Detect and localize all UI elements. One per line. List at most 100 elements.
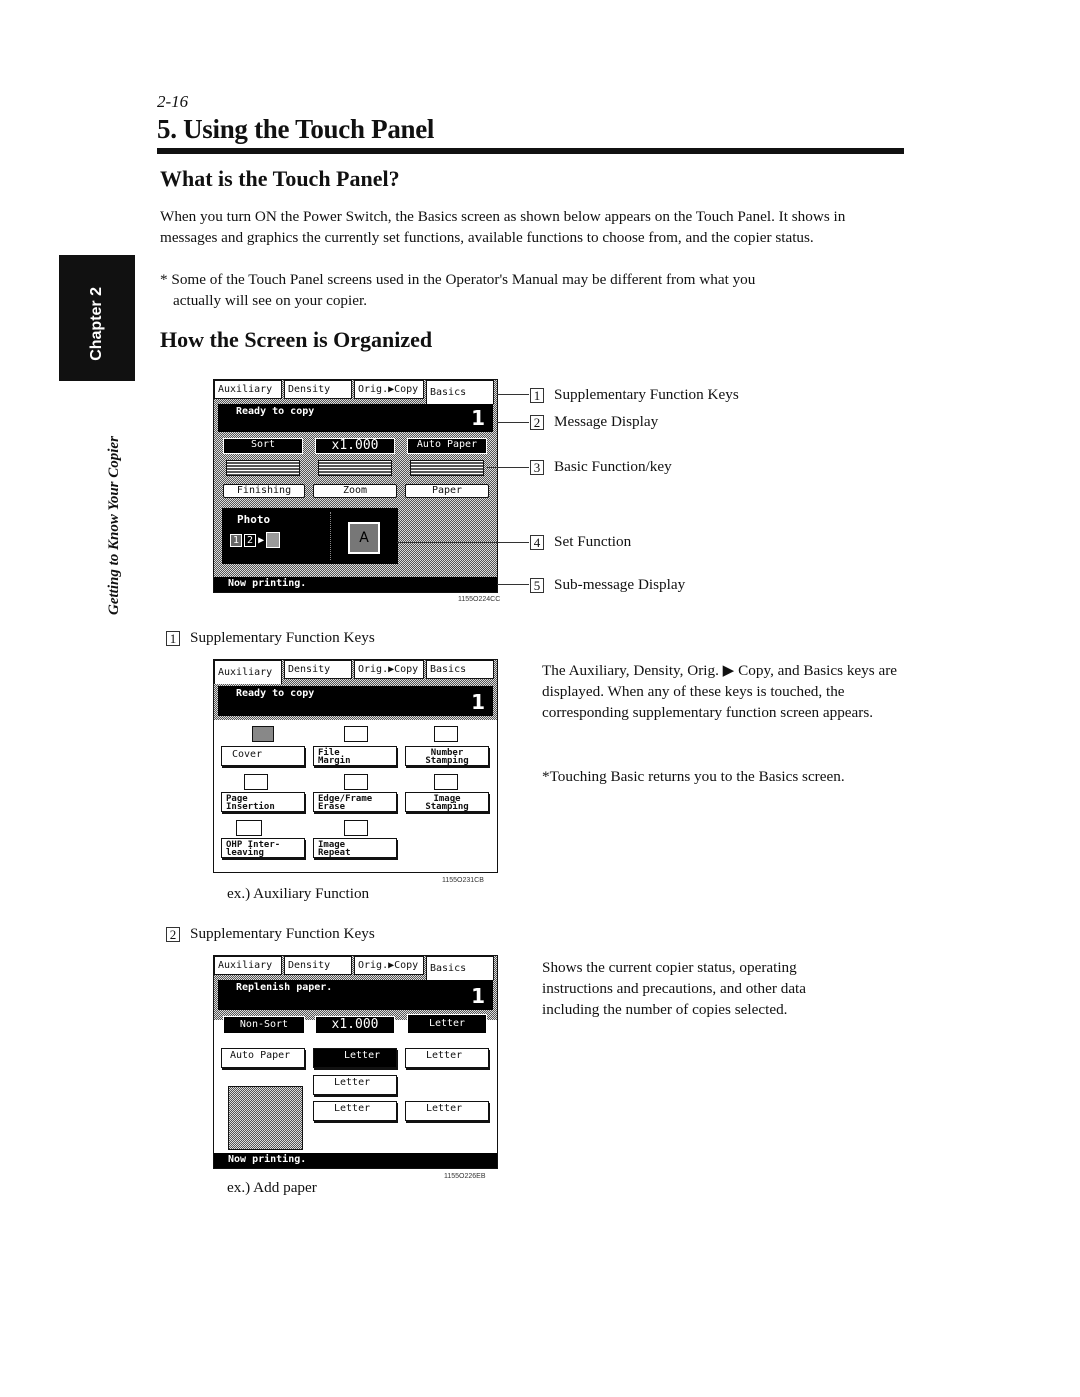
btn-line2: Repeat [318, 848, 351, 858]
callout-label: Supplementary Function Keys [554, 386, 739, 403]
tab-orig-copy[interactable]: Orig.▶Copy [354, 660, 424, 679]
cover-icon [252, 726, 274, 742]
supplementary-tabs: Auxiliary Density Orig.▶Copy Basics [214, 956, 497, 980]
auxiliary-screen: Auxiliary Density Orig.▶Copy Basics Read… [213, 659, 498, 873]
image-repeat-icon [344, 820, 368, 836]
copy-count: 1 [471, 406, 485, 430]
tab-basics[interactable]: Basics [426, 380, 494, 404]
finishing-key[interactable] [226, 460, 300, 476]
lct-tray-button[interactable]: Letter [405, 1101, 489, 1121]
callout-line-2 [497, 422, 529, 423]
item-1-description: The Auxiliary, Density, Orig. ▶ Copy, an… [542, 662, 898, 721]
file-margin-button[interactable]: File Margin [313, 746, 397, 766]
finishing-value[interactable]: Sort [223, 438, 303, 454]
callout-1: 1 Supplementary Function Keys [530, 386, 739, 404]
image-stamping-icon [434, 774, 458, 790]
item-1-heading: 1 Supplementary Function Keys [166, 629, 375, 647]
number-stamping-button[interactable]: Number Stamping [405, 746, 489, 766]
message-display: Replenish paper. 1 [218, 980, 493, 1010]
ohp-interleaving-button[interactable]: OHP Inter-leaving [221, 838, 305, 858]
callout-number: 2 [530, 414, 544, 430]
callout-number: 4 [530, 534, 544, 550]
tab-basics[interactable]: Basics [426, 956, 494, 980]
paper-key[interactable]: Letter [407, 1014, 487, 1034]
chapter-tab: Chapter 2 [59, 255, 135, 381]
message-text: Ready to copy [236, 406, 315, 417]
duplex-icon: 1 2 ▶ [230, 532, 281, 548]
tab-density[interactable]: Density [284, 956, 352, 975]
image-repeat-button[interactable]: Image Repeat [313, 838, 397, 858]
item-number: 1 [166, 630, 180, 646]
callout-2: 2 Message Display [530, 413, 658, 431]
tray-2-button[interactable]: Letter [313, 1075, 397, 1095]
auto-paper-button[interactable]: Auto Paper [221, 1048, 305, 1068]
page-number: 2-16 [157, 92, 189, 111]
tab-density[interactable]: Density [284, 660, 352, 679]
side-caption: Getting to Know Your Copier [106, 436, 122, 615]
page-insertion-button[interactable]: Page Insertion [221, 792, 305, 812]
finishing-label: Finishing [223, 484, 305, 498]
ohp-interleaving-icon [236, 820, 262, 836]
bypass-tray-button[interactable]: Letter [405, 1048, 489, 1068]
note-line-1: * Some of the Touch Panel screens used i… [160, 271, 756, 288]
callout-5: 5 Sub-message Display [530, 576, 685, 594]
cover-button[interactable]: Cover [221, 746, 305, 766]
tab-basics[interactable]: Basics [426, 660, 494, 679]
edge-frame-erase-button[interactable]: Edge/Frame Erase [313, 792, 397, 812]
message-display: Ready to copy 1 [218, 404, 493, 432]
callout-label: Message Display [554, 413, 659, 430]
callout-line-5 [497, 584, 529, 585]
supplementary-tabs: Auxiliary Density Orig.▶Copy Basics [214, 660, 497, 684]
edge-frame-erase-icon [344, 774, 368, 790]
zoom-key[interactable]: x1.000 [315, 1016, 395, 1034]
tab-orig-copy[interactable]: Orig.▶Copy [354, 380, 424, 399]
item-2-description: Shows the current copier status, operati… [542, 959, 807, 1018]
set-function[interactable]: Photo 1 2 ▶ A [222, 508, 398, 564]
copy-count: 1 [471, 690, 485, 714]
tray-1-button[interactable]: Letter [313, 1048, 397, 1068]
note-line-2: actually will see on your copier. [173, 292, 368, 309]
zoom-key[interactable] [318, 460, 392, 476]
callout-number: 3 [530, 459, 544, 475]
page-1-icon: 1 [230, 533, 243, 547]
image-stamping-button[interactable]: Image Stamping [405, 792, 489, 812]
page-title: 5. Using the Touch Panel [157, 114, 435, 144]
callout-line-4 [397, 542, 529, 543]
file-margin-icon [344, 726, 368, 742]
btn-line2: leaving [226, 848, 264, 858]
callout-line-3 [487, 467, 529, 468]
figure-id-auxiliary: 1155O231CB [442, 877, 484, 884]
tab-density[interactable]: Density [284, 380, 352, 399]
item-label: Supplementary Function Keys [190, 925, 375, 942]
paper-caption: ex.) Add paper [227, 1179, 317, 1196]
copier-illustration [228, 1086, 303, 1150]
copy-page-icon [266, 532, 281, 548]
figure-id-paper: 1155O226EB [444, 1173, 486, 1180]
paper-key[interactable] [410, 460, 484, 476]
sub-message-display: Now printing. [214, 1153, 497, 1168]
paper-value[interactable]: Auto Paper [407, 438, 487, 454]
divider [330, 512, 331, 560]
number-stamping-icon [434, 726, 458, 742]
zoom-value[interactable]: x1.000 [315, 438, 395, 454]
tab-orig-copy[interactable]: Orig.▶Copy [354, 956, 424, 975]
intro-paragraph: When you turn ON the Power Switch, the B… [160, 208, 846, 246]
page-2-icon: 2 [244, 533, 257, 547]
page-insertion-icon [244, 774, 268, 790]
section-heading-organized: How the Screen is Organized [160, 327, 433, 352]
btn-line2: Margin [318, 756, 351, 766]
item-2-heading: 2 Supplementary Function Keys [166, 925, 375, 943]
figure-id-basics: 1155O224CC [458, 596, 501, 603]
tray-3-button[interactable]: Letter [313, 1101, 397, 1121]
tab-auxiliary[interactable]: Auxiliary [214, 380, 282, 399]
message-display: Ready to copy 1 [218, 686, 493, 716]
callout-number: 5 [530, 577, 544, 593]
btn-line2: Erase [318, 802, 346, 812]
tab-auxiliary[interactable]: Auxiliary [214, 956, 282, 975]
original-a-icon: A [348, 522, 380, 554]
callout-label: Basic Function/key [554, 458, 672, 475]
arrow-right-icon: ▶ [258, 534, 265, 546]
message-text: Ready to copy [236, 688, 315, 699]
finishing-key[interactable]: Non-Sort [223, 1016, 305, 1034]
tab-auxiliary[interactable]: Auxiliary [214, 660, 282, 684]
